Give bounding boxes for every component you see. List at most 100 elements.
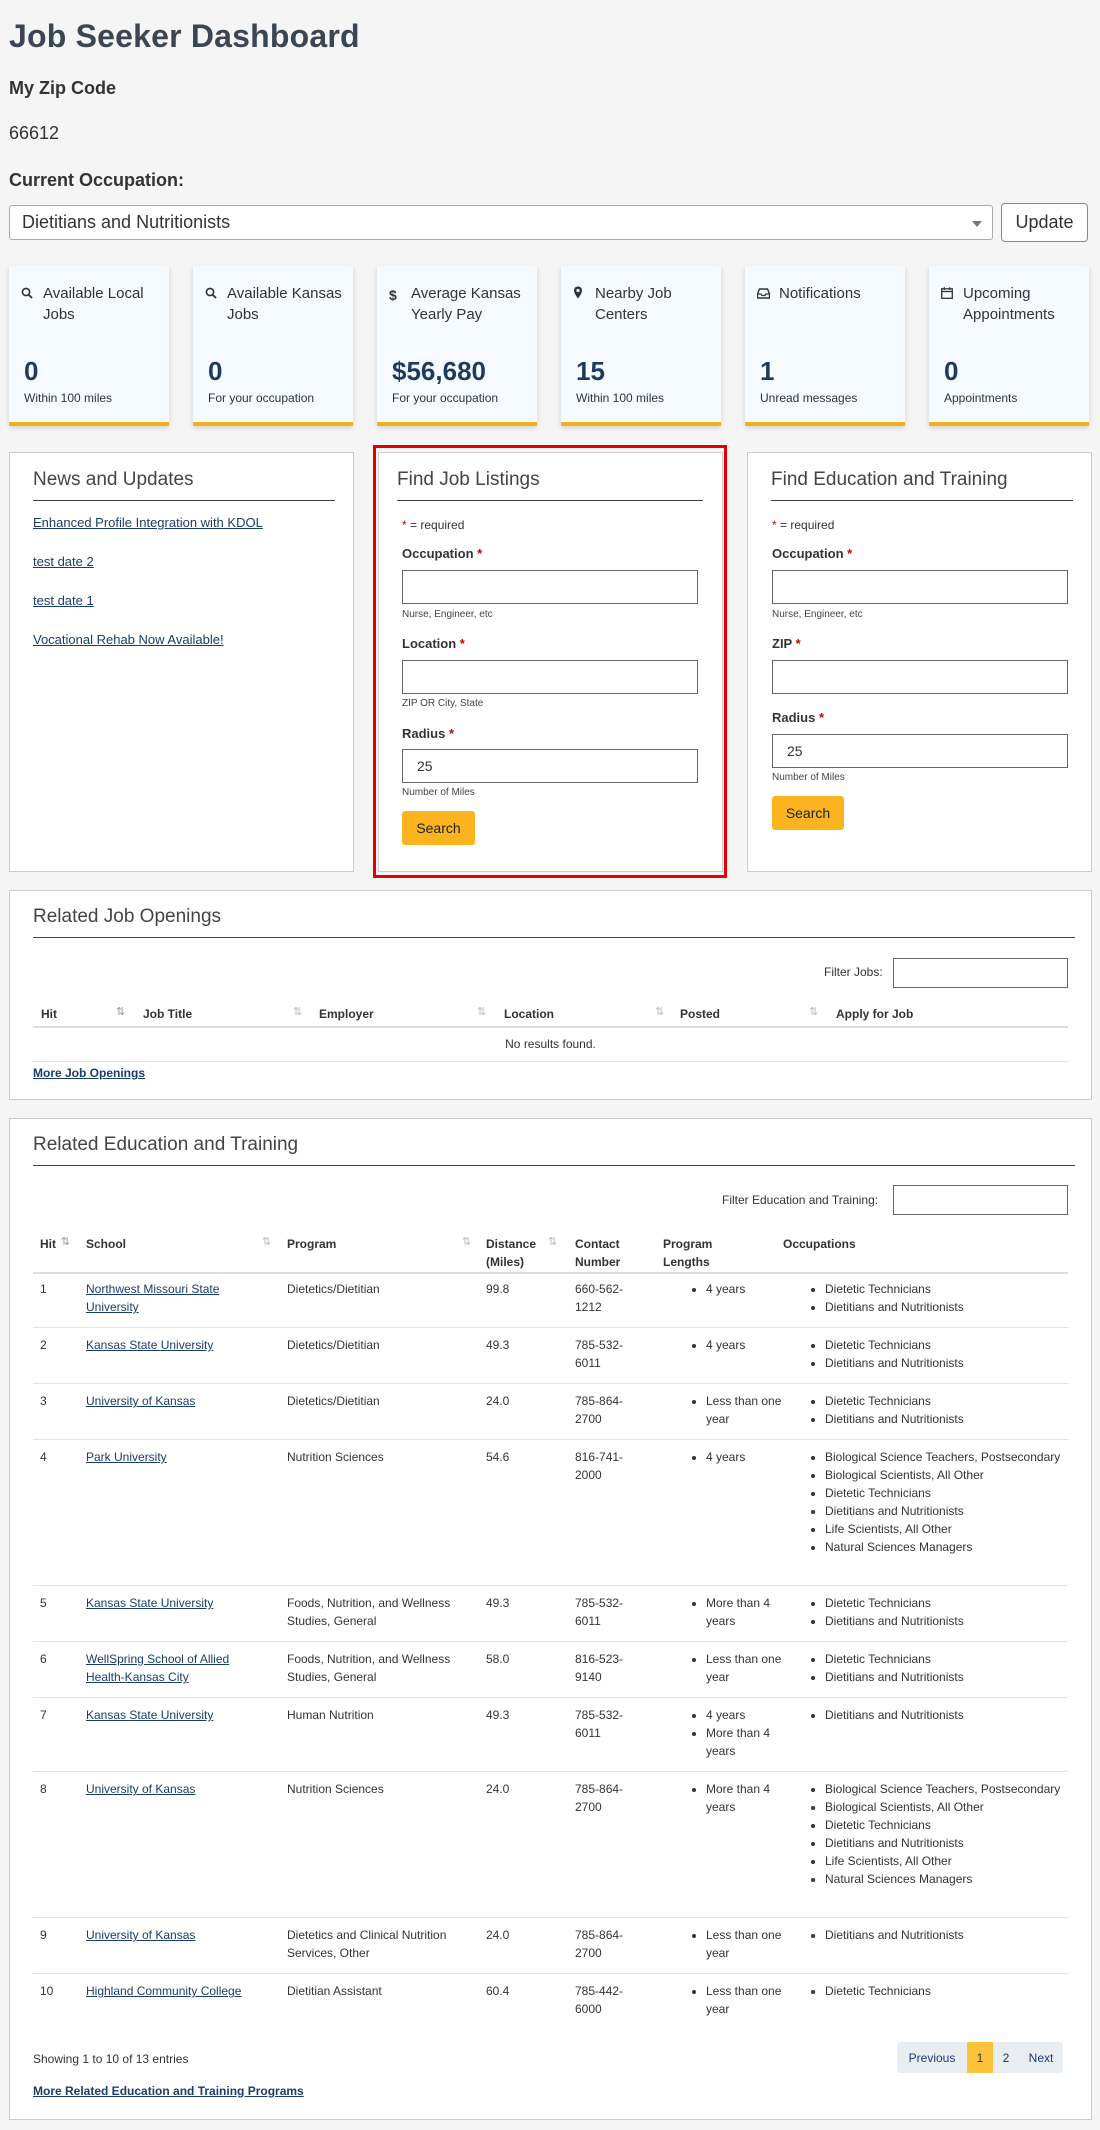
- row-program-lengths: Less than one year: [690, 1926, 785, 1962]
- row-occupations: Biological Science Teachers, Postseconda…: [809, 1448, 1064, 1556]
- row-hit: 8: [40, 1782, 47, 1796]
- row-hit: 6: [40, 1652, 47, 1666]
- school-link[interactable]: University of Kansas: [86, 1926, 256, 1944]
- school-link[interactable]: University of Kansas: [86, 1392, 256, 1410]
- stat-sub: For your occupation: [392, 391, 499, 405]
- sort-icon: ⇅: [293, 1006, 303, 1018]
- col-school[interactable]: School: [86, 1235, 126, 1253]
- sort-icon: ⇅: [809, 1006, 819, 1018]
- row-hit: 4: [40, 1450, 47, 1464]
- stat-value: $56,680: [392, 356, 486, 386]
- education-radius-input[interactable]: 25: [772, 734, 1068, 768]
- school-link[interactable]: Kansas State University: [86, 1336, 256, 1354]
- school-link[interactable]: WellSpring School of Allied Health-Kansa…: [86, 1650, 256, 1686]
- filter-jobs-input[interactable]: [893, 958, 1068, 988]
- pagination-previous[interactable]: Previous: [897, 2042, 967, 2073]
- row-divider: [33, 1439, 1068, 1440]
- school-link[interactable]: Northwest Missouri State University: [86, 1280, 256, 1316]
- row-distance: 24.0: [486, 1782, 510, 1796]
- row-contact: 816-523-9140: [575, 1652, 624, 1684]
- col-job-title[interactable]: Job Title: [143, 1005, 192, 1023]
- row-distance: 24.0: [486, 1394, 510, 1408]
- update-button[interactable]: Update: [1001, 203, 1088, 242]
- col-occupations[interactable]: Occupations: [783, 1235, 856, 1253]
- sort-icon: ⇅: [548, 1236, 558, 1248]
- school-link[interactable]: Kansas State University: [86, 1706, 256, 1724]
- stat-card-average-pay[interactable]: $ Average Kansas Yearly Pay $56,680 For y…: [377, 266, 537, 426]
- more-job-openings-link[interactable]: More Job Openings: [33, 1066, 145, 1080]
- education-search-button[interactable]: Search: [772, 796, 844, 830]
- search-icon: [21, 283, 43, 325]
- stat-card-job-centers[interactable]: Nearby Job Centers 15 Within 100 miles: [561, 266, 721, 426]
- school-link[interactable]: Kansas State University: [86, 1594, 256, 1612]
- job-occupation-input[interactable]: [402, 570, 698, 604]
- occupation-item: Dietitians and Nutritionists: [825, 1834, 1064, 1852]
- row-contact: 660-562-1212: [575, 1282, 624, 1314]
- sort-icon: ⇅: [477, 1006, 487, 1018]
- occupation-select[interactable]: Dietitians and Nutritionists: [9, 205, 993, 240]
- more-education-link[interactable]: More Related Education and Training Prog…: [33, 2084, 304, 2098]
- row-distance: 99.8: [486, 1282, 510, 1296]
- col-employer[interactable]: Employer: [319, 1005, 374, 1023]
- row-occupations: Dietitians and Nutritionists: [809, 1706, 1064, 1724]
- stat-sub: Unread messages: [760, 391, 858, 405]
- row-occupations: Biological Science Teachers, Postseconda…: [809, 1780, 1064, 1888]
- col-hit[interactable]: Hit: [40, 1235, 56, 1253]
- filter-education-input[interactable]: [893, 1185, 1068, 1215]
- pagination-page-1[interactable]: 1: [967, 2042, 993, 2073]
- row-program: Dietitian Assistant: [287, 1984, 382, 1998]
- occupation-item: Life Scientists, All Other: [825, 1520, 1064, 1538]
- sort-icon: ⇅: [262, 1236, 272, 1248]
- col-hit[interactable]: Hit: [41, 1005, 57, 1023]
- occupation-label: Current Occupation:: [9, 170, 185, 190]
- education-zip-input[interactable]: [772, 660, 1068, 694]
- news-link[interactable]: test date 2: [33, 554, 94, 569]
- row-contact: 785-864-2700: [575, 1928, 624, 1960]
- col-location[interactable]: Location: [504, 1005, 554, 1023]
- occupation-item: Dietitians and Nutritionists: [825, 1926, 1064, 1944]
- col-program-lengths[interactable]: Program Lengths: [663, 1235, 712, 1271]
- row-contact: 785-864-2700: [575, 1394, 624, 1426]
- zip-field-label: ZIP *: [772, 636, 801, 651]
- row-distance: 49.3: [486, 1596, 510, 1610]
- occupation-item: Dietitians and Nutritionists: [825, 1410, 1064, 1428]
- col-posted[interactable]: Posted: [680, 1005, 720, 1023]
- row-contact: 785-532-6011: [575, 1708, 624, 1740]
- job-radius-input[interactable]: 25: [402, 749, 698, 783]
- row-hit: 1: [40, 1282, 47, 1296]
- job-search-button[interactable]: Search: [402, 811, 475, 845]
- col-apply[interactable]: Apply for Job: [836, 1005, 913, 1023]
- pagination-next[interactable]: Next: [1019, 2042, 1063, 2073]
- sort-icon: ⇅: [462, 1236, 472, 1248]
- empty-message: No results found.: [505, 1037, 596, 1051]
- find-education-title: Find Education and Training: [771, 469, 1073, 501]
- education-occupation-input[interactable]: [772, 570, 1068, 604]
- row-program: Dietetics/Dietitian: [287, 1282, 380, 1296]
- stat-value: 15: [576, 356, 605, 386]
- occupation-item: Dietitians and Nutritionists: [825, 1298, 1064, 1316]
- col-distance[interactable]: Distance (Miles): [486, 1235, 536, 1271]
- row-program-lengths: Less than one year: [690, 1650, 785, 1686]
- row-program: Nutrition Sciences: [287, 1450, 384, 1464]
- row-program-lengths: 4 years: [690, 1336, 785, 1354]
- school-link[interactable]: Park University: [86, 1448, 256, 1466]
- occupation-item: Dietetic Technicians: [825, 1336, 1064, 1354]
- job-location-input[interactable]: [402, 660, 698, 694]
- stat-card-local-jobs[interactable]: Available Local Jobs 0 Within 100 miles: [9, 266, 169, 426]
- row-contact: 785-864-2700: [575, 1782, 624, 1814]
- school-link[interactable]: University of Kansas: [86, 1780, 256, 1798]
- stat-card-kansas-jobs[interactable]: Available Kansas Jobs 0 For your occupat…: [193, 266, 353, 426]
- job-openings-title: Related Job Openings: [33, 906, 1075, 938]
- row-divider: [33, 1771, 1068, 1772]
- school-link[interactable]: Highland Community College: [86, 1982, 256, 2000]
- news-link[interactable]: test date 1: [33, 593, 94, 608]
- col-program[interactable]: Program: [287, 1235, 336, 1253]
- news-link[interactable]: Vocational Rehab Now Available!: [33, 632, 224, 647]
- row-program: Dietetics and Clinical Nutrition Service…: [287, 1928, 447, 1960]
- stat-card-appointments[interactable]: Upcoming Appointments 0 Appointments: [929, 266, 1089, 426]
- col-contact[interactable]: Contact Number: [575, 1235, 620, 1271]
- stat-value: 1: [760, 356, 775, 386]
- stat-card-notifications[interactable]: Notifications 1 Unread messages: [745, 266, 905, 426]
- news-link[interactable]: Enhanced Profile Integration with KDOL: [33, 515, 263, 530]
- pagination-page-2[interactable]: 2: [993, 2042, 1019, 2073]
